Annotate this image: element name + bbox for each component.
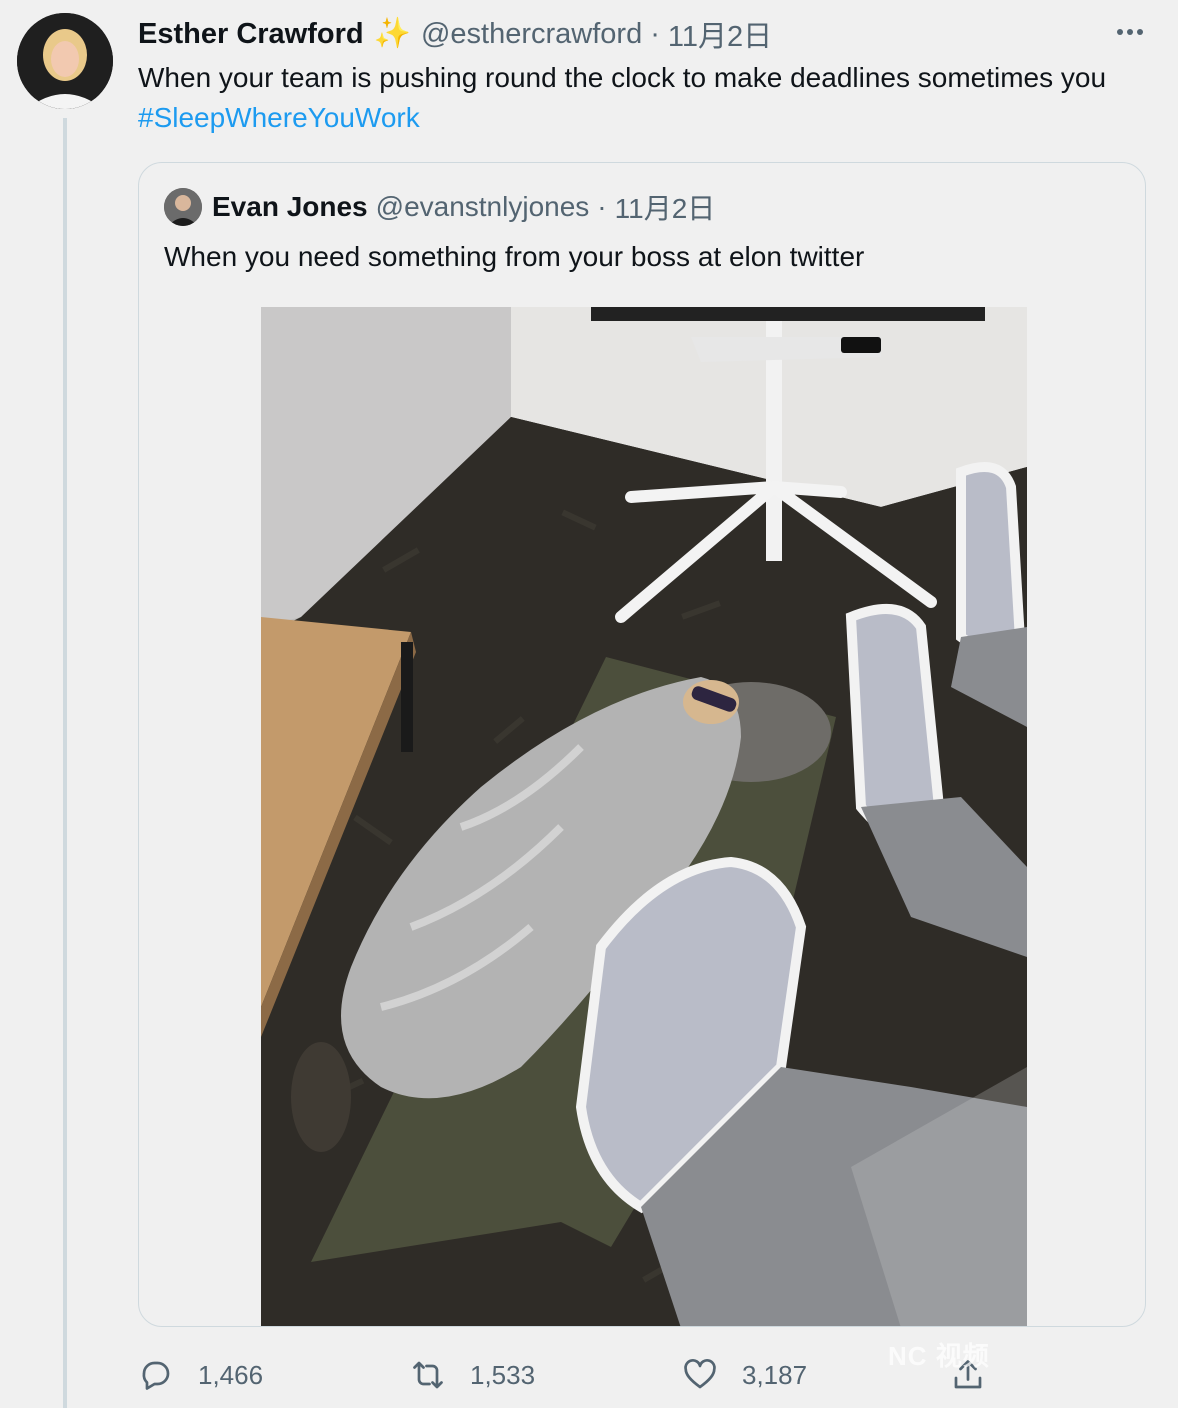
quoted-header: Evan Jones @evanstnlyjones · 11月2日 (164, 187, 715, 227)
tweet-photo[interactable] (261, 307, 1027, 1326)
author-handle[interactable]: @esthercrawford (421, 18, 642, 51)
tweet-date[interactable]: 11月2日 (668, 13, 772, 55)
tweet-body: When your team is pushing round the cloc… (138, 62, 1107, 93)
quoted-avatar-image (164, 188, 202, 226)
tweet-actions-bar: 1,466 1,533 3,187 (0, 1352, 1178, 1398)
retweet-icon (413, 1361, 443, 1389)
tweet-text: When your team is pushing round the cloc… (138, 58, 1148, 138)
author-avatar[interactable] (17, 13, 113, 109)
like-count: 3,187 (742, 1359, 808, 1390)
quoted-separator-dot: · (597, 191, 607, 222)
tweet-header: Esther Crawford ✨ @esthercrawford · 11月2… (138, 14, 772, 54)
quoted-author-handle[interactable]: @evanstnlyjones (376, 191, 590, 223)
separator-dot: · (650, 17, 660, 50)
retweet-action[interactable]: 1,533 (410, 1352, 535, 1398)
quoted-text: When you need something from your boss a… (164, 241, 865, 272)
reply-action[interactable]: 1,466 (138, 1352, 263, 1398)
quoted-author-avatar[interactable] (164, 188, 202, 226)
reply-count: 1,466 (198, 1359, 264, 1390)
avatar-image (17, 13, 113, 109)
watermark: NC 视频 (888, 1341, 990, 1371)
quoted-date[interactable]: 11月2日 (615, 187, 716, 227)
sparkles-icon: ✨ (373, 17, 411, 50)
quoted-author-name[interactable]: Evan Jones (212, 191, 368, 223)
hashtag-link[interactable]: #SleepWhereYouWork (138, 102, 420, 133)
reply-icon (142, 1361, 170, 1390)
retweet-count: 1,533 (470, 1359, 536, 1390)
like-action[interactable]: 3,187 (682, 1352, 807, 1398)
author-name[interactable]: Esther Crawford (138, 18, 364, 51)
office-photo-illustration (261, 307, 1027, 1326)
more-options-icon[interactable] (1112, 18, 1148, 46)
thread-line (63, 118, 67, 1408)
quoted-tweet[interactable]: Evan Jones @evanstnlyjones · 11月2日 When … (138, 162, 1146, 1327)
heart-icon (684, 1359, 716, 1389)
